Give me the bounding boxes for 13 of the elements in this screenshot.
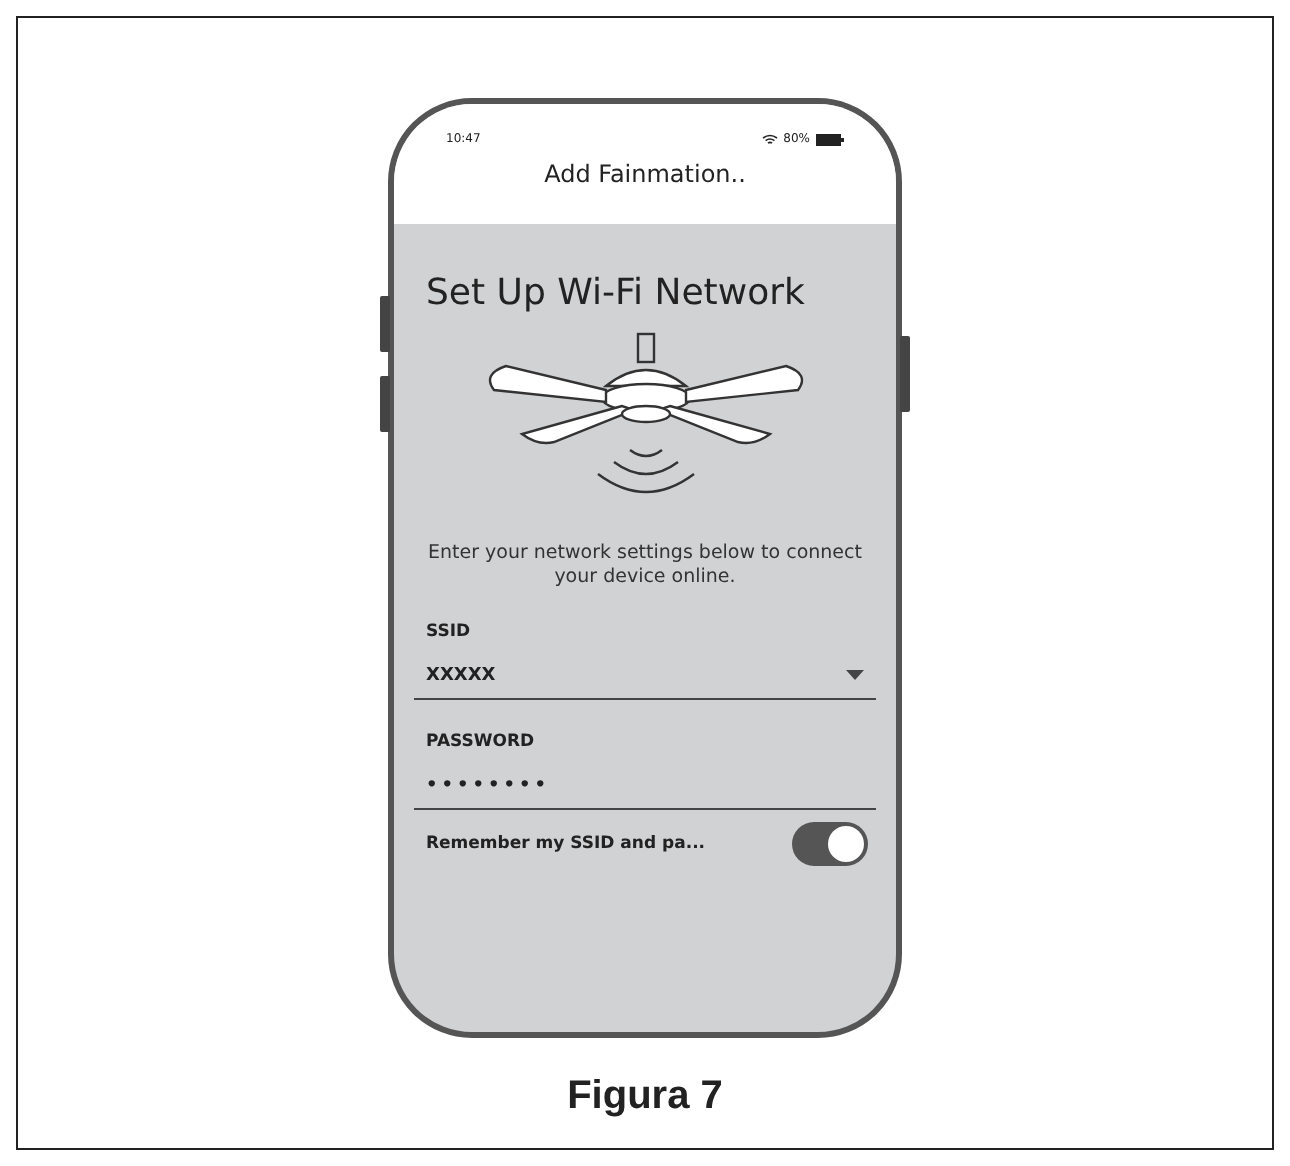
screen-title: Set Up Wi-Fi Network — [426, 272, 807, 314]
wifi-icon — [761, 133, 778, 145]
figure-caption: Figura 7 — [567, 1074, 723, 1120]
battery-icon — [816, 133, 844, 145]
remember-toggle[interactable] — [792, 821, 868, 866]
password-field[interactable]: •••••••• — [414, 759, 876, 810]
ssid-dropdown[interactable]: XXXXX — [414, 649, 876, 700]
header-title: Add Fainmation.. — [542, 160, 748, 188]
instructions-text: Enter your network settings below to connect your device online. — [426, 542, 864, 590]
remember-label: Remember my SSID and pa... — [426, 833, 706, 854]
field-label: PASSWORD — [426, 731, 537, 752]
field-label: SSID — [426, 621, 473, 642]
caret-icon — [846, 670, 864, 681]
